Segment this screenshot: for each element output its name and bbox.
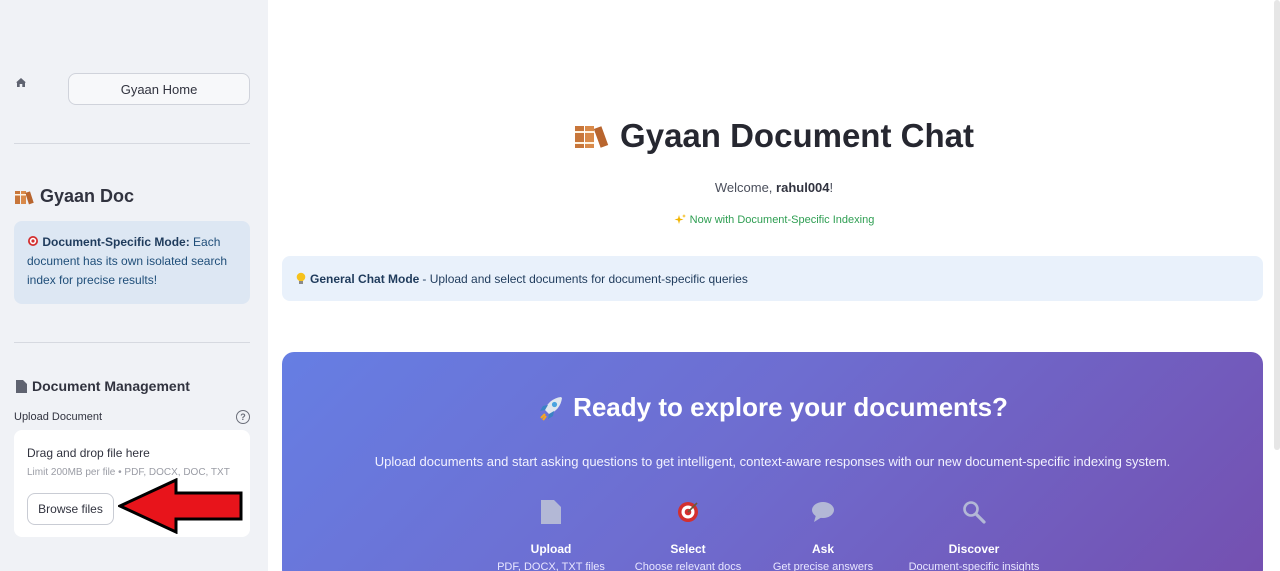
books-icon bbox=[575, 126, 609, 148]
sidebar: Gyaan Home Gyaan Doc Document-Specific M… bbox=[0, 0, 268, 571]
document-management-label: Document Management bbox=[32, 378, 190, 394]
welcome-suffix: ! bbox=[829, 180, 834, 195]
gyaan-home-button[interactable]: Gyaan Home bbox=[68, 73, 250, 105]
hero-description: Upload documents and start asking questi… bbox=[374, 454, 1171, 469]
step-label: Discover bbox=[948, 542, 1000, 556]
step-sub: Get precise answers bbox=[772, 561, 874, 571]
welcome-message: Welcome, rahul004! bbox=[268, 180, 1280, 195]
chat-mode-title: General Chat Mode bbox=[310, 271, 420, 286]
browse-files-button[interactable]: Browse files bbox=[27, 493, 114, 525]
welcome-hero-card: Ready to explore your documents? Upload … bbox=[282, 352, 1263, 571]
chat-mode-banner: General Chat Mode - Upload and select do… bbox=[282, 256, 1263, 301]
indexing-note: Now with Document-Specific Indexing bbox=[268, 214, 1280, 226]
welcome-prefix: Welcome, bbox=[714, 180, 777, 195]
indexing-note-text: Now with Document-Specific Indexing bbox=[689, 214, 875, 226]
sidebar-divider bbox=[14, 342, 250, 343]
magnifier-icon bbox=[963, 501, 986, 524]
home-icon[interactable] bbox=[14, 76, 28, 90]
speech-bubble-icon bbox=[812, 502, 834, 522]
target-icon bbox=[28, 236, 38, 246]
red-arrow-annotation bbox=[118, 478, 243, 534]
document-management-title: Document Management bbox=[16, 378, 190, 394]
sidebar-brand-title: Gyaan Doc bbox=[14, 186, 134, 207]
help-icon[interactable]: ? bbox=[236, 410, 250, 424]
hero-title: Ready to explore your documents? bbox=[282, 392, 1263, 423]
step-discover: Discover Document-specific insights bbox=[889, 498, 1059, 571]
upload-document-label: Upload Document bbox=[14, 411, 103, 423]
step-ask: Ask Get precise answers bbox=[738, 498, 908, 571]
hero-title-text: Ready to explore your documents? bbox=[573, 392, 1008, 422]
dropzone-instruction: Drag and drop file here bbox=[27, 446, 150, 460]
brand-title-text: Gyaan Doc bbox=[40, 186, 135, 206]
page-title-text: Gyaan Document Chat bbox=[620, 117, 974, 154]
document-mode-info: Document-Specific Mode: Each document ha… bbox=[14, 221, 250, 304]
username: rahul004 bbox=[776, 180, 830, 195]
step-label: Ask bbox=[811, 542, 834, 556]
books-icon bbox=[15, 190, 34, 204]
target-icon bbox=[678, 502, 698, 522]
step-sub: Document-specific insights bbox=[908, 561, 1040, 571]
page-scrollbar[interactable] bbox=[1274, 0, 1280, 450]
document-icon bbox=[16, 379, 27, 393]
page-title: Gyaan Document Chat bbox=[0, 117, 1280, 155]
info-bold-text: Document-Specific Mode: bbox=[42, 235, 190, 249]
document-icon bbox=[541, 500, 561, 524]
lightbulb-icon bbox=[296, 272, 306, 284]
chat-mode-description: - Upload and select documents for docume… bbox=[422, 271, 748, 286]
dropzone-limits: Limit 200MB per file • PDF, DOCX, DOC, T… bbox=[27, 467, 230, 478]
rocket-icon bbox=[540, 396, 563, 421]
sparkles-icon bbox=[674, 214, 686, 224]
